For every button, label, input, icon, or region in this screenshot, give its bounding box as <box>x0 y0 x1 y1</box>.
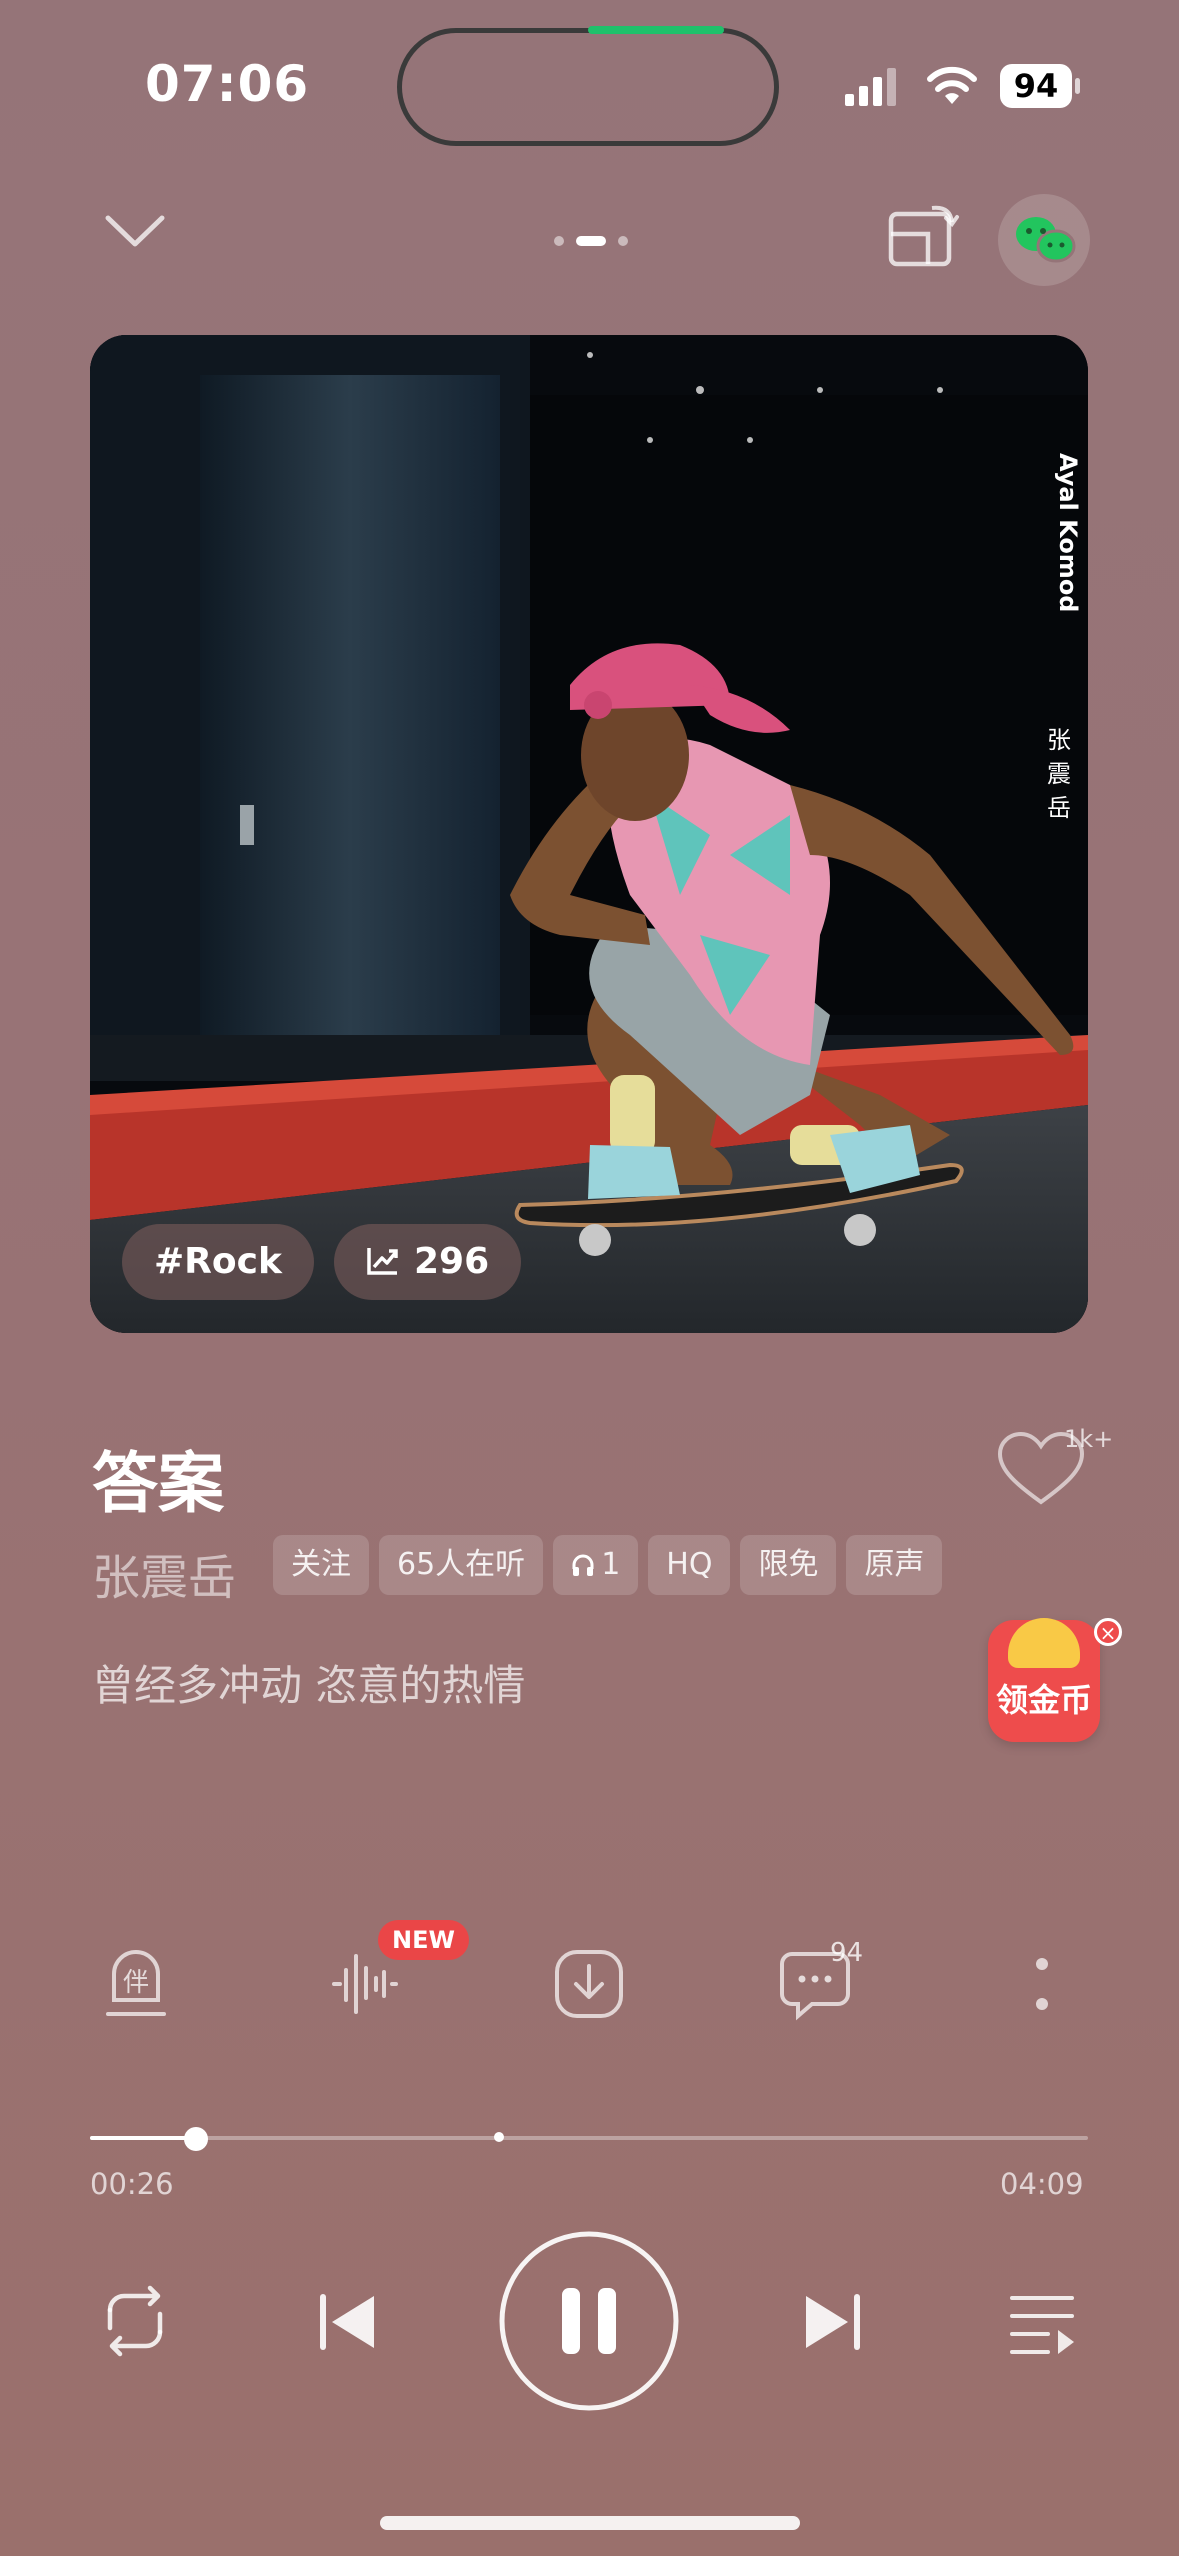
artist-char: 岳 <box>1047 794 1071 822</box>
song-chips: 关注 65人在听 1 HQ 限免 原声 <box>273 1535 943 1595</box>
listen-together-chip[interactable]: 1 <box>553 1535 639 1595</box>
genre-tag[interactable]: #Rock <box>122 1224 314 1300</box>
accompany-icon[interactable]: 伴 <box>106 1948 166 2020</box>
listeners-chip[interactable]: 65人在听 <box>379 1535 544 1595</box>
skateboarder-photo <box>90 335 1088 1333</box>
cellular-signal-icon <box>845 68 896 106</box>
artist-char: 张 <box>1047 726 1071 754</box>
original-chip[interactable]: 原声 <box>846 1535 943 1595</box>
current-lyric[interactable]: 曾经多冲动 恣意的热情 <box>92 1652 525 1713</box>
home-indicator <box>380 2516 800 2530</box>
live-activity-indicator <box>588 26 724 34</box>
artist-name[interactable]: 张震岳 <box>92 1538 236 1608</box>
photographer-credit: Ayal Komod <box>1054 453 1082 613</box>
artist-char: 震 <box>1047 760 1071 788</box>
album-cover[interactable]: Ayal Komod 张 震 岳 #Rock 296 <box>90 335 1088 1333</box>
wechat-icon <box>1016 217 1076 263</box>
free-chip[interactable]: 限免 <box>740 1535 837 1595</box>
pause-button[interactable] <box>498 2230 680 2412</box>
trend-count: 296 <box>414 1241 490 1282</box>
soundwave-icon[interactable] <box>330 1950 398 2016</box>
like-count: 1k+ <box>1064 1425 1114 1453</box>
total-time: 04:09 <box>1000 2167 1084 2201</box>
trend-chart-icon <box>367 1248 398 1275</box>
previous-icon[interactable] <box>318 2292 378 2352</box>
song-title: 答案 <box>92 1445 224 1522</box>
buffer-marker <box>494 2132 505 2142</box>
artist-vertical-text: 张 震 岳 <box>1044 723 1074 825</box>
wifi-icon <box>927 66 977 104</box>
current-time: 00:26 <box>90 2167 174 2201</box>
next-icon[interactable] <box>802 2292 862 2352</box>
chevron-down-icon[interactable] <box>104 212 166 252</box>
battery-tip <box>1075 78 1080 94</box>
coin-label: 领金币 <box>995 1681 1092 1719</box>
more-icon[interactable] <box>1034 1956 1050 2012</box>
progress-knob[interactable] <box>183 2127 208 2151</box>
accompany-label: 伴 <box>123 1968 149 1998</box>
page-dot-active <box>576 235 606 246</box>
playlist-icon[interactable] <box>1010 2294 1076 2354</box>
page-dot <box>618 235 628 246</box>
page-dot <box>554 235 564 246</box>
comment-count: 94 <box>830 1938 864 1968</box>
follow-button[interactable]: 关注 <box>273 1535 369 1595</box>
dynamic-island <box>397 28 779 146</box>
new-badge: NEW <box>378 1920 469 1960</box>
status-time: 07:06 <box>145 55 310 113</box>
headphones-icon <box>572 1554 594 1576</box>
headphones-count: 1 <box>601 1547 621 1582</box>
page-indicator[interactable] <box>548 230 634 249</box>
trend-tag[interactable]: 296 <box>334 1224 522 1300</box>
battery-level: 94 <box>1000 64 1072 108</box>
repeat-icon[interactable] <box>96 2285 174 2357</box>
progress-fill <box>90 2136 196 2140</box>
progress-track[interactable] <box>90 2136 1088 2140</box>
download-icon[interactable] <box>555 1950 623 2018</box>
switch-mode-icon[interactable] <box>888 202 959 268</box>
quality-chip[interactable]: HQ <box>648 1535 731 1595</box>
close-icon[interactable]: × <box>1094 1618 1122 1646</box>
